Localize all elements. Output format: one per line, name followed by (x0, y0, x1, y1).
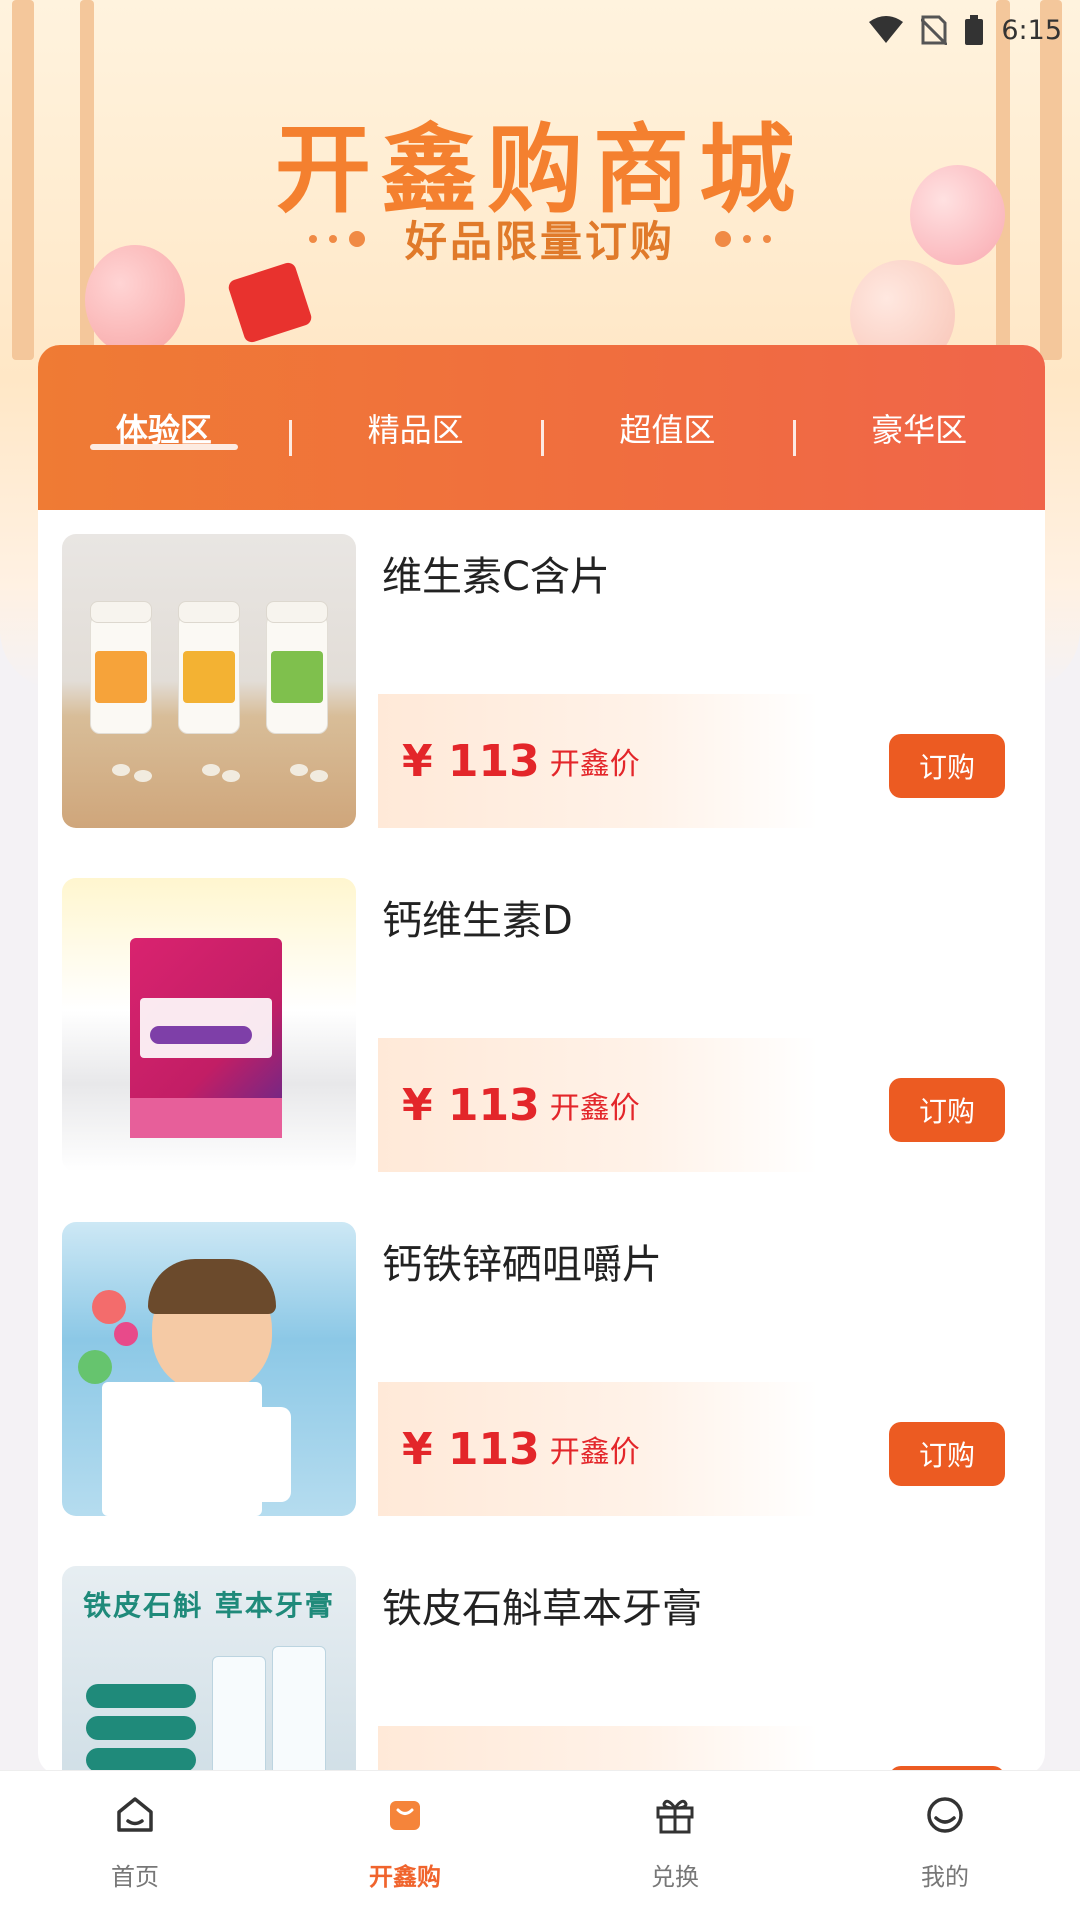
no-sim-icon (921, 15, 948, 45)
product-image: 铁皮石斛 草本牙膏 (62, 1566, 356, 1775)
home-icon (113, 1793, 157, 1837)
app-screen: 6:15 开鑫购商城 好品限量订购 体验区 精品区 超值区 豪华区 维生素C含片… (0, 0, 1080, 1920)
nav-exchange[interactable]: 兑换 (540, 1771, 810, 1920)
nav-profile[interactable]: 我的 (810, 1771, 1080, 1920)
product-item[interactable]: 铁皮石斛 草本牙膏 铁皮石斛草本牙膏 (38, 1566, 1045, 1775)
tab-label: 精品区 (367, 410, 464, 449)
bottle-shape (266, 601, 328, 734)
order-button[interactable]: 订购 (889, 1422, 1005, 1486)
product-price: ¥ 113 (402, 1423, 540, 1475)
wifi-icon (869, 16, 904, 43)
product-image (62, 534, 356, 828)
product-item[interactable]: 钙维生素D ¥ 113 开鑫价 订购 (38, 878, 1045, 1222)
product-name: 铁皮石斛草本牙膏 (382, 1586, 702, 1632)
shopping-bag-icon (383, 1793, 427, 1837)
battery-icon (965, 15, 984, 45)
nav-home[interactable]: 首页 (0, 1771, 270, 1920)
product-name: 维生素C含片 (382, 554, 610, 600)
red-packet-decoration (226, 260, 314, 345)
tab-label: 超值区 (619, 410, 716, 449)
product-name: 钙铁锌硒咀嚼片 (382, 1242, 662, 1288)
price-strip: ¥ 113 开鑫价 (378, 1038, 818, 1172)
tab-label: 豪华区 (871, 410, 968, 449)
price-strip (378, 1726, 818, 1775)
tab-premium[interactable]: 精品区 (290, 345, 542, 510)
nav-label: 首页 (111, 1863, 159, 1891)
tab-luxury[interactable]: 豪华区 (793, 345, 1045, 510)
tab-divider (541, 420, 544, 456)
banner-subtitle-row: 好品限量订购 (0, 208, 1080, 269)
price-strip: ¥ 113 开鑫价 (378, 694, 818, 828)
dots-decoration (308, 230, 365, 247)
product-card: 体验区 精品区 超值区 豪华区 维生素C含片 ¥ 113 开鑫价 订购 钙维生素… (38, 345, 1045, 1775)
product-name: 钙维生素D (382, 898, 573, 944)
tab-label: 体验区 (115, 410, 212, 449)
tab-divider (289, 420, 292, 456)
bottle-shape (90, 601, 152, 734)
product-price: ¥ 113 (402, 735, 540, 787)
bottle-shape (237, 1407, 291, 1502)
nav-label: 开鑫购 (369, 1863, 441, 1891)
order-button[interactable]: 订购 (889, 734, 1005, 798)
image-heading: 铁皮石斛 草本牙膏 (83, 1589, 335, 1622)
tab-value[interactable]: 超值区 (542, 345, 794, 510)
bottle-shape (178, 601, 240, 734)
profile-icon (923, 1793, 967, 1837)
tab-divider (793, 420, 796, 456)
zone-tabs: 体验区 精品区 超值区 豪华区 (38, 345, 1045, 510)
status-time: 6:15 (1001, 14, 1062, 46)
price-label: 开鑫价 (549, 747, 640, 782)
order-button[interactable]: 订购 (889, 1078, 1005, 1142)
product-image (62, 878, 356, 1172)
nav-label: 我的 (921, 1863, 969, 1891)
child-illustration (148, 1259, 276, 1392)
product-price: ¥ 113 (402, 1079, 540, 1131)
price-label: 开鑫价 (549, 1435, 640, 1470)
banner-subtitle: 好品限量订购 (404, 217, 675, 266)
tab-experience[interactable]: 体验区 (38, 345, 290, 510)
nav-label: 兑换 (651, 1863, 699, 1891)
product-list: 维生素C含片 ¥ 113 开鑫价 订购 钙维生素D ¥ 113 开鑫价 订购 钙… (38, 510, 1045, 1775)
price-strip: ¥ 113 开鑫价 (378, 1382, 818, 1516)
price-label: 开鑫价 (549, 1091, 640, 1126)
bottom-nav: 首页 开鑫购 兑换 我的 (0, 1770, 1080, 1920)
nav-shop[interactable]: 开鑫购 (270, 1771, 540, 1920)
product-item[interactable]: 钙铁锌硒咀嚼片 ¥ 113 开鑫价 订购 (38, 1222, 1045, 1566)
gift-icon (653, 1793, 697, 1837)
product-item[interactable]: 维生素C含片 ¥ 113 开鑫价 订购 (38, 534, 1045, 878)
status-bar: 6:15 (869, 10, 1062, 50)
product-image (62, 1222, 356, 1516)
box-shape (130, 938, 282, 1138)
dots-decoration (715, 230, 771, 247)
